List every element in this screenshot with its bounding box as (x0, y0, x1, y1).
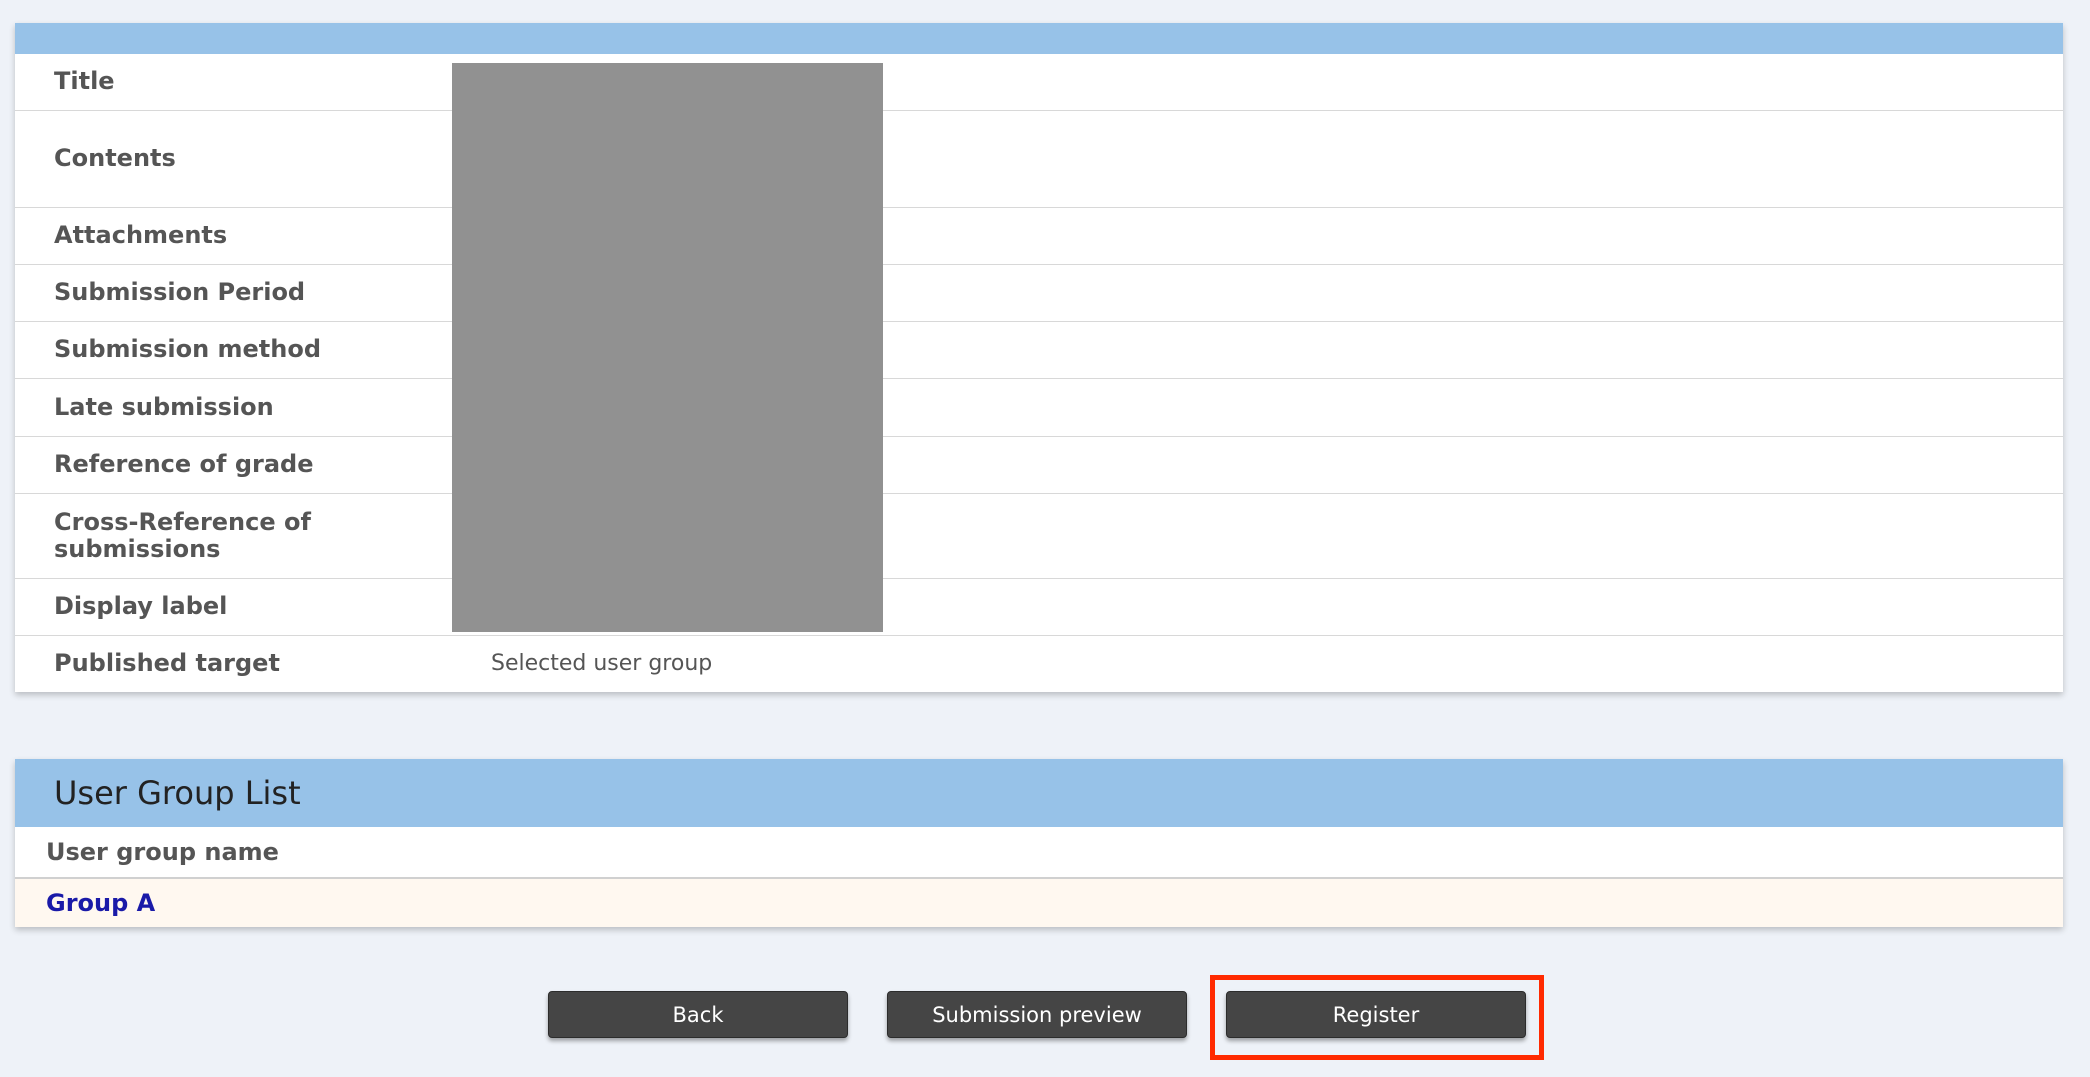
detail-value: Selected user group (443, 634, 2063, 692)
register-button[interactable]: Register (1226, 991, 1526, 1038)
detail-label: Title (54, 67, 115, 96)
detail-row-contents: Contents (15, 109, 2063, 207)
detail-row-cross-reference: Cross-Reference of submissions (15, 492, 2063, 578)
details-header-bar (15, 23, 2063, 54)
assignment-details-panel: Title Contents Attachments Submission Pe… (15, 23, 2063, 692)
detail-row-submission-period: Submission Period (15, 263, 2063, 321)
redacted-area (452, 63, 883, 632)
back-button[interactable]: Back (548, 991, 848, 1038)
detail-row-submission-method: Submission method (15, 320, 2063, 378)
detail-label: Attachments (15, 206, 443, 264)
detail-row-title: Title (15, 54, 2063, 110)
user-group-name-header: User group name (15, 827, 2063, 879)
user-group-list-panel: User Group List User group name Group A (15, 759, 2063, 927)
detail-label: Submission method (15, 320, 443, 378)
user-group-list-title: User Group List (15, 759, 2063, 827)
detail-label: Submission Period (15, 263, 443, 321)
detail-label: Published target (15, 634, 443, 692)
detail-label: Reference of grade (15, 435, 443, 493)
user-group-link[interactable]: Group A (15, 879, 2063, 927)
detail-row-published-target: Published target Selected user group (15, 634, 2063, 692)
detail-label: Late submission (15, 377, 443, 436)
detail-row-late-submission: Late submission (15, 377, 2063, 436)
detail-label: Contents (15, 109, 443, 207)
detail-row-display-label: Display label (15, 577, 2063, 635)
submission-preview-button[interactable]: Submission preview (887, 991, 1187, 1038)
detail-label: Display label (15, 577, 443, 635)
detail-label: Cross-Reference of submissions (15, 492, 443, 578)
details-table: Title Contents Attachments Submission Pe… (15, 54, 2063, 692)
detail-row-attachments: Attachments (15, 206, 2063, 264)
detail-row-reference-of-grade: Reference of grade (15, 435, 2063, 493)
